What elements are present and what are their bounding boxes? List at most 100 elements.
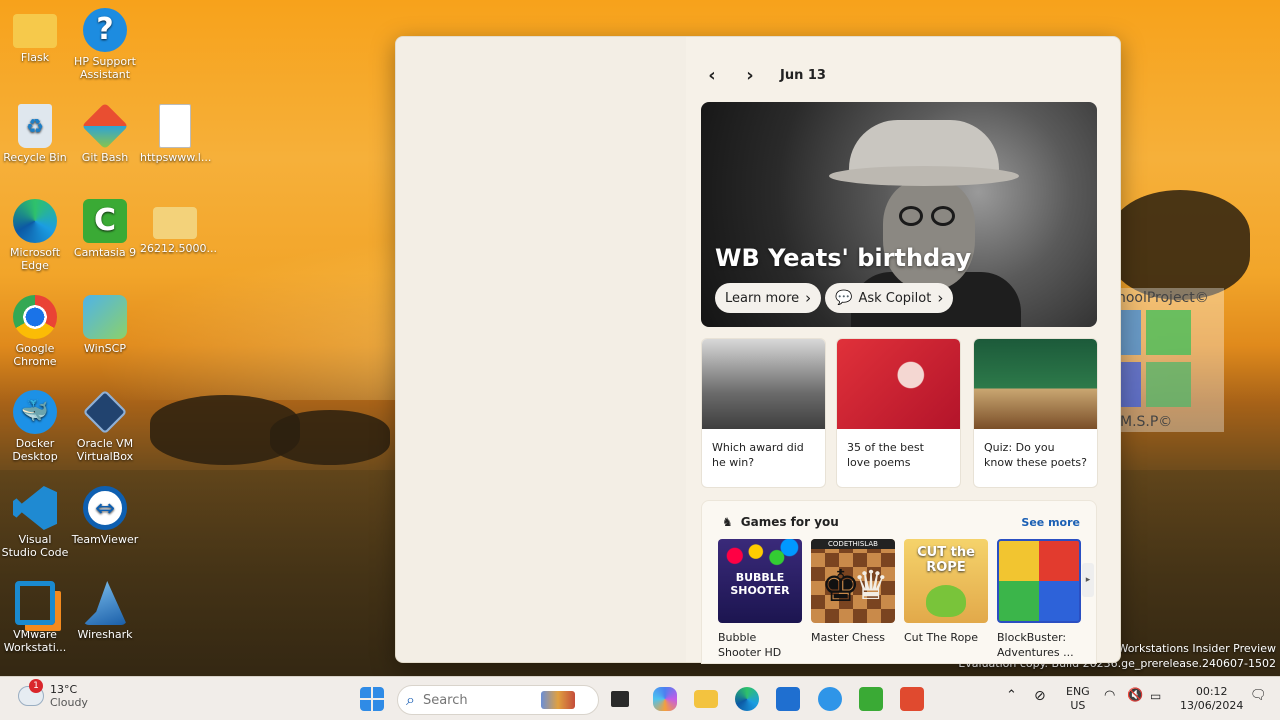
clock-time: 00:12	[1195, 685, 1228, 698]
file-explorer-button[interactable]	[694, 690, 718, 708]
desktop-icon-vmware[interactable]: VMware Workstati...	[0, 581, 70, 654]
language-code: ENG	[1066, 685, 1090, 698]
docker-icon: 🐳	[13, 390, 57, 434]
recycle-bin-icon: ♻	[18, 104, 52, 148]
folder-icon	[13, 14, 57, 48]
widget-date: Jun 13	[780, 67, 826, 83]
blockbuster-art	[997, 539, 1081, 623]
games-title: Games for you	[740, 515, 839, 529]
document-icon	[159, 104, 191, 148]
desktop-icon-winscp[interactable]: WinSCP	[70, 295, 140, 355]
chevron-up-icon: ⌃	[1006, 688, 1017, 703]
virtualbox-icon	[82, 389, 128, 435]
clock[interactable]: 00:12 13/06/2024	[1180, 685, 1243, 713]
desktop-icon-label: HP Support Assistant	[74, 55, 136, 81]
desktop-icon-recycle-bin[interactable]: ♻ Recycle Bin	[0, 104, 70, 164]
game-art-text: CUT the ROPE	[917, 545, 975, 575]
chevron-left-icon: ‹	[708, 64, 716, 86]
notifications-icon[interactable]: 🗨	[1250, 689, 1267, 703]
game-tile[interactable]: BlockBuster: Adventures ...	[997, 539, 1081, 660]
game-tile[interactable]: BUBBLE SHOOTER Bubble Shooter HD	[718, 539, 802, 660]
vscode-icon	[13, 486, 57, 530]
battery-icon[interactable]: ▭	[1150, 689, 1161, 703]
widgets-panel: ‹ › Jun 13 WB Yeats' birthday Learn more…	[395, 36, 1121, 664]
git-icon	[81, 102, 129, 150]
desktop-icon-virtualbox[interactable]: Oracle VM VirtualBox	[70, 389, 140, 463]
ask-copilot-button[interactable]: 💬 Ask Copilot ›	[825, 283, 954, 313]
weather-condition: Cloudy	[50, 696, 88, 709]
app-taskbar-button[interactable]	[818, 687, 842, 711]
desktop-icon-label: Recycle Bin	[3, 151, 67, 164]
camtasia-taskbar-button[interactable]	[859, 687, 883, 711]
camtasia-recorder-taskbar-button[interactable]	[900, 687, 924, 711]
game-tile[interactable]: CUT the ROPE Cut The Rope	[904, 539, 988, 645]
story-card-text: 35 of the best love poems	[847, 441, 924, 469]
desktop-icon-label: WinSCP	[84, 342, 126, 355]
desktop-icon-hp-support[interactable]: ? HP Support Assistant	[70, 8, 140, 81]
clock-date: 13/06/2024	[1180, 699, 1244, 712]
next-day-button[interactable]: ›	[742, 65, 758, 86]
taskbar-search-box[interactable]: ⌕	[397, 685, 599, 715]
wireshark-icon	[83, 581, 127, 625]
desktop-icon-label: Google Chrome	[13, 342, 57, 368]
desktop-icon-build-folder[interactable]: 26212.5000...	[140, 199, 217, 255]
om-nom-character	[926, 585, 966, 617]
wifi-icon[interactable]: ◠	[1104, 689, 1115, 703]
games-header: ♞ Games for you	[722, 515, 839, 529]
folder-icon	[153, 207, 197, 239]
widgets-left-column	[396, 37, 686, 662]
desktop-icon-wireshark[interactable]: Wireshark	[70, 581, 140, 641]
desktop-icon-camtasia[interactable]: C Camtasia 9	[70, 199, 140, 259]
desktop-icon-label: Flask	[20, 51, 50, 64]
game-art-text: CODETHISLAB	[811, 539, 895, 549]
taskbar: 1 13°C Cloudy ⌕ ⌃ ⊘ ENG US ◠ 🔇 ▭ 00:12 1…	[0, 676, 1280, 720]
previous-day-button[interactable]: ‹	[704, 64, 720, 86]
learn-more-label: Learn more	[725, 290, 800, 306]
game-art-text: BUBBLE SHOOTER	[730, 571, 790, 597]
desktop-icon-edge[interactable]: Microsoft Edge	[0, 199, 70, 272]
task-view-button[interactable]	[611, 691, 629, 707]
search-highlight-icon	[540, 691, 575, 709]
story-card[interactable]: Which award did he win?	[701, 338, 826, 488]
start-button[interactable]	[360, 687, 384, 711]
story-card[interactable]: 35 of the best love poems	[836, 338, 961, 488]
language-indicator[interactable]: ENG US	[1066, 685, 1090, 713]
speaker-muted-icon[interactable]: 🔇	[1127, 689, 1143, 703]
learn-more-button[interactable]: Learn more ›	[715, 283, 822, 313]
store-button[interactable]	[776, 687, 800, 711]
game-label: BlockBuster: Adventures ...	[997, 631, 1074, 659]
desktop-icon-document[interactable]: httpswww.l...	[140, 104, 211, 164]
desktop-icon-chrome[interactable]: Google Chrome	[0, 295, 70, 368]
desktop-icon-flask[interactable]: Flask	[0, 8, 70, 64]
hero-image-glasses	[899, 206, 923, 226]
story-card[interactable]: Quiz: Do you know these poets?	[973, 338, 1098, 488]
vmware-icon	[15, 581, 55, 625]
chess-queen-icon: ♛	[853, 563, 889, 609]
desktop-icon-docker[interactable]: 🐳 Docker Desktop	[0, 390, 70, 463]
hero-image-glasses	[931, 206, 955, 226]
chat-bubble-icon: 💬	[835, 290, 853, 306]
teamviewer-icon: ⇔	[83, 486, 127, 530]
chrome-icon	[13, 295, 57, 339]
search-input[interactable]	[422, 692, 533, 708]
weather-widget[interactable]: 1 13°C Cloudy	[18, 679, 88, 709]
scroll-right-arrow[interactable]: ▸	[1082, 563, 1094, 597]
show-hidden-icons-button[interactable]: ⌃	[1006, 689, 1017, 703]
network-status-icon[interactable]: ⊘	[1034, 689, 1046, 703]
hero-image-face	[883, 180, 975, 290]
edge-icon	[13, 199, 57, 243]
insider-preview-text: or Workstations Insider Preview	[1102, 642, 1276, 655]
game-label: Bubble Shooter HD	[718, 631, 782, 659]
hero-card[interactable]: WB Yeats' birthday Learn more › 💬 Ask Co…	[701, 102, 1097, 327]
hero-image-brim	[829, 166, 1019, 186]
desktop-icon-vscode[interactable]: Visual Studio Code	[0, 486, 70, 559]
watermark-bottom-text: M.S.P©	[1120, 414, 1173, 430]
game-tile[interactable]: CODETHISLAB ♚ ♛ Master Chess	[811, 539, 895, 645]
see-more-link[interactable]: See more	[1021, 516, 1080, 529]
copilot-button[interactable]	[653, 687, 677, 711]
game-label: Master Chess	[811, 631, 885, 644]
edge-taskbar-button[interactable]	[735, 687, 759, 711]
desktop-icon-teamviewer[interactable]: ⇔ TeamViewer	[70, 486, 140, 546]
desktop-icon-git-bash[interactable]: Git Bash	[70, 102, 140, 164]
watermark-tile	[1146, 362, 1191, 407]
